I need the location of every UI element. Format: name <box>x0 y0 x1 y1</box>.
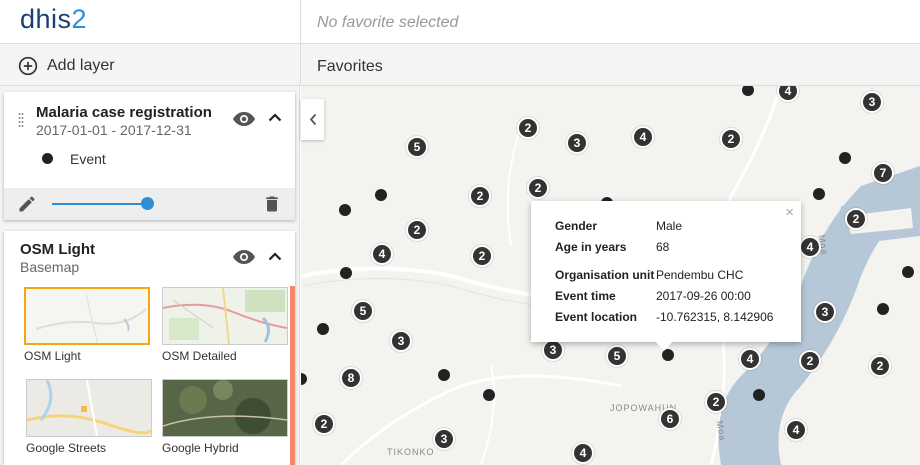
add-layer-button[interactable]: Add layer <box>18 54 115 78</box>
cluster-marker[interactable]: 3 <box>433 428 455 450</box>
basemap-thumbnail <box>24 287 150 345</box>
cluster-marker[interactable]: 2 <box>313 413 335 435</box>
top-bar: dhis2 No favorite selected <box>0 0 920 44</box>
cluster-marker[interactable]: 3 <box>390 330 412 352</box>
basemap-thumbnail <box>26 379 152 437</box>
cluster-marker[interactable]: 2 <box>845 208 867 230</box>
eye-icon[interactable] <box>232 110 256 128</box>
eye-icon[interactable] <box>232 248 256 266</box>
place-label: TIKONKO <box>387 447 435 457</box>
popup-label: Event time <box>555 289 616 303</box>
cluster-marker[interactable]: 4 <box>785 419 807 441</box>
cluster-marker[interactable]: 4 <box>799 236 821 258</box>
event-point[interactable] <box>375 189 387 201</box>
basemap-name: OSM Detailed <box>162 349 237 363</box>
cluster-marker[interactable]: 3 <box>542 339 564 361</box>
pencil-icon[interactable] <box>17 194 37 214</box>
basemap-osm-detailed[interactable]: OSM Detailed <box>162 287 288 363</box>
popup-value: 2017-09-26 00:00 <box>656 289 751 303</box>
basemap-thumbnail <box>162 379 288 437</box>
layer-title: Malaria case registration <box>36 104 212 121</box>
event-point[interactable] <box>753 389 765 401</box>
favorites-button[interactable]: Favorites <box>317 58 383 76</box>
add-circle-icon <box>18 56 38 76</box>
cluster-marker[interactable]: 2 <box>527 177 549 199</box>
event-point[interactable] <box>813 188 825 200</box>
cluster-marker[interactable]: 5 <box>606 345 628 367</box>
cluster-marker[interactable]: 8 <box>340 367 362 389</box>
event-legend-label: Event <box>70 151 106 167</box>
event-point[interactable] <box>340 267 352 279</box>
cluster-marker[interactable]: 4 <box>739 348 761 370</box>
cluster-marker[interactable]: 2 <box>720 128 742 150</box>
basemap-name: Google Hybrid <box>162 441 239 455</box>
popup-value: Male <box>656 219 683 233</box>
layer-card-basemap: OSM Light Basemap OSM Light OSM Detailed <box>4 231 295 465</box>
layer-period: 2017-01-01 - 2017-12-31 <box>36 122 192 138</box>
cluster-marker[interactable]: 2 <box>799 350 821 372</box>
trash-icon[interactable] <box>262 194 282 214</box>
chevron-up-icon[interactable] <box>268 112 282 122</box>
event-legend-dot <box>42 153 53 164</box>
opacity-slider-handle[interactable] <box>141 197 154 210</box>
cluster-marker[interactable]: 5 <box>406 136 428 158</box>
cluster-marker[interactable]: 5 <box>352 300 374 322</box>
cluster-marker[interactable]: 6 <box>659 408 681 430</box>
close-icon[interactable]: × <box>785 204 794 221</box>
popup-label: Age in years <box>555 240 627 254</box>
collapse-panel-button[interactable] <box>301 99 324 140</box>
basemap-thumbnail <box>162 287 288 345</box>
popup-pointer <box>655 341 673 351</box>
cluster-marker[interactable]: 2 <box>517 117 539 139</box>
cluster-marker[interactable]: 3 <box>566 132 588 154</box>
cluster-marker[interactable]: 4 <box>371 243 393 265</box>
toolbar: Add layer Favorites <box>0 44 920 86</box>
popup-label: Gender <box>555 219 598 233</box>
popup-value: Pendembu CHC <box>656 268 744 282</box>
basemap-google-streets[interactable]: Google Streets <box>26 379 152 455</box>
opacity-slider-track[interactable] <box>52 203 148 205</box>
popup-label: Organisation unit <box>555 268 655 282</box>
favorite-title: No favorite selected <box>317 14 459 31</box>
popup-value: -10.762315, 8.142906 <box>656 310 774 324</box>
dhis2-logo[interactable]: dhis2 <box>20 4 87 35</box>
cluster-marker[interactable]: 3 <box>814 301 836 323</box>
basemap-name: OSM Light <box>24 349 81 363</box>
divider <box>300 44 301 86</box>
event-point[interactable] <box>339 204 351 216</box>
cluster-marker[interactable]: 7 <box>872 162 894 184</box>
divider <box>300 0 301 44</box>
event-popup: × Gender Male Age in years 68 Organisation… <box>531 201 801 342</box>
cluster-marker[interactable]: 2 <box>469 185 491 207</box>
event-point[interactable] <box>317 323 329 335</box>
cluster-marker[interactable]: 2 <box>705 391 727 413</box>
basemap-google-hybrid[interactable]: Google Hybrid <box>162 379 288 455</box>
layer-toolbar <box>4 188 295 220</box>
layers-panel: Malaria case registration 2017-01-01 - 2… <box>0 86 300 465</box>
popup-label: Event location <box>555 310 638 324</box>
panel-scrollbar[interactable] <box>290 286 295 465</box>
basemap-name: Google Streets <box>26 441 107 455</box>
drag-handle-icon[interactable] <box>18 112 24 130</box>
chevron-up-icon[interactable] <box>268 251 282 261</box>
layer-card-malaria: Malaria case registration 2017-01-01 - 2… <box>4 92 295 220</box>
add-layer-label: Add layer <box>47 57 115 74</box>
event-point[interactable] <box>877 303 889 315</box>
cluster-marker[interactable]: 2 <box>869 355 891 377</box>
event-point[interactable] <box>483 389 495 401</box>
cluster-marker[interactable]: 2 <box>406 219 428 241</box>
event-point[interactable] <box>438 369 450 381</box>
popup-value: 68 <box>656 240 670 254</box>
chevron-left-icon <box>309 113 316 126</box>
basemap-subtitle: Basemap <box>20 259 80 275</box>
event-point[interactable] <box>839 152 851 164</box>
cluster-marker[interactable]: 3 <box>861 91 883 113</box>
cluster-marker[interactable]: 2 <box>471 245 493 267</box>
cluster-marker[interactable]: 4 <box>572 442 594 464</box>
cluster-marker[interactable]: 4 <box>632 126 654 148</box>
event-point[interactable] <box>902 266 914 278</box>
app-root: dhis2 No favorite selected Add layer Fav… <box>0 0 920 465</box>
basemap-osm-light[interactable]: OSM Light <box>24 287 150 363</box>
basemap-title: OSM Light <box>20 241 95 258</box>
